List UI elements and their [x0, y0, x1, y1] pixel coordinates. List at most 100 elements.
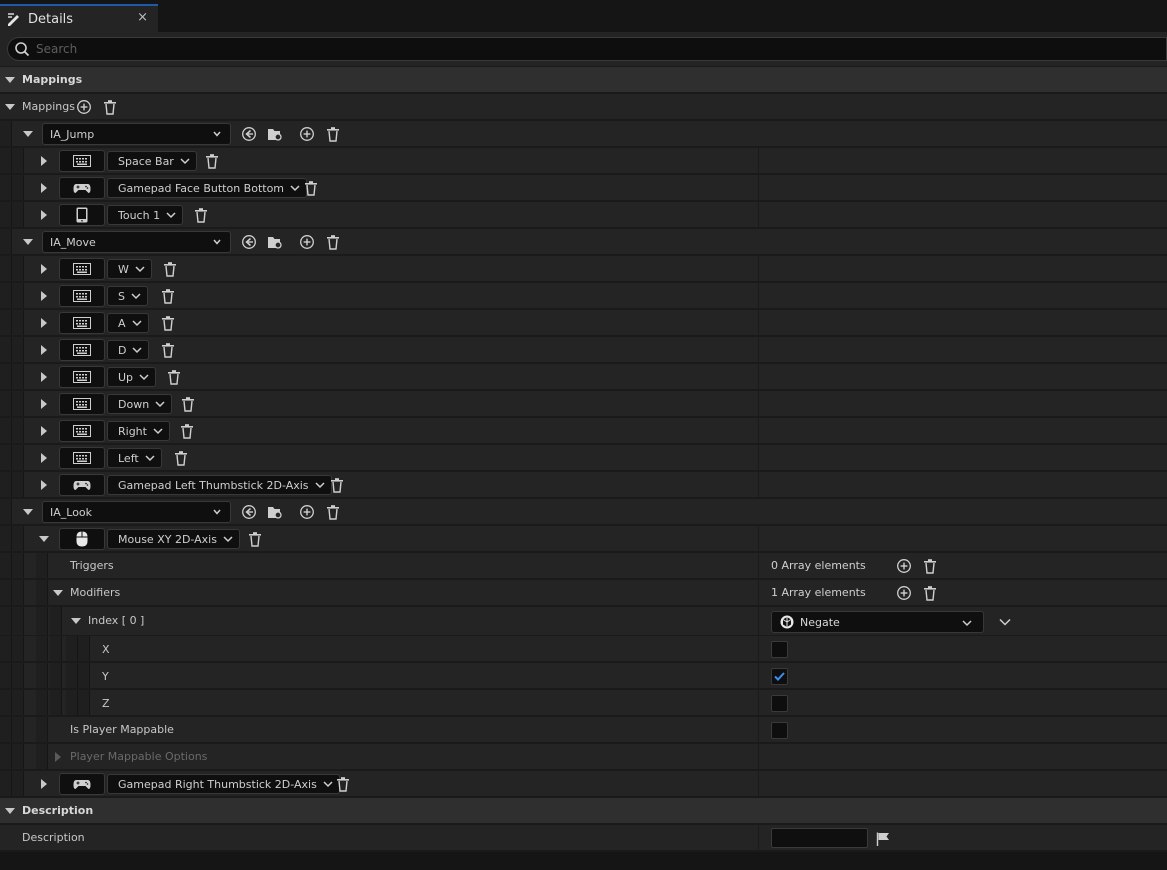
trash-icon[interactable]	[160, 315, 176, 331]
trash-icon[interactable]	[922, 585, 938, 601]
expand-arrow-icon[interactable]	[41, 399, 47, 409]
keyboard-icon[interactable]	[59, 285, 105, 307]
collapse-arrow-icon[interactable]	[23, 509, 33, 515]
expand-arrow-icon[interactable]	[41, 210, 47, 220]
key-selector[interactable]: Mouse XY 2D-Axis	[107, 529, 240, 549]
expand-arrow-icon[interactable]	[55, 752, 61, 762]
key-selector[interactable]: Touch 1	[107, 205, 184, 225]
browse-asset-icon[interactable]	[267, 126, 283, 142]
trash-icon[interactable]	[325, 126, 341, 142]
search-input[interactable]	[36, 39, 1166, 59]
trash-icon[interactable]	[325, 234, 341, 250]
x-checkbox[interactable]	[771, 641, 788, 658]
trash-icon[interactable]	[173, 450, 189, 466]
keyboard-icon[interactable]	[59, 312, 105, 334]
touch-icon[interactable]	[59, 204, 105, 226]
collapse-arrow-icon[interactable]	[5, 77, 15, 83]
key-selector[interactable]: Up	[107, 367, 157, 387]
add-icon[interactable]	[896, 558, 912, 574]
keyboard-icon[interactable]	[59, 258, 105, 280]
browse-asset-icon[interactable]	[267, 234, 283, 250]
expand-arrow-icon[interactable]	[41, 372, 47, 382]
trash-icon[interactable]	[335, 776, 351, 792]
trash-icon[interactable]	[166, 369, 182, 385]
add-icon[interactable]	[76, 99, 92, 115]
tab-details[interactable]: Details ×	[0, 4, 158, 32]
trash-icon[interactable]	[193, 207, 209, 223]
gamepad-icon[interactable]	[59, 773, 105, 795]
trash-icon[interactable]	[102, 99, 118, 115]
trash-icon[interactable]	[303, 180, 319, 196]
collapse-arrow-icon[interactable]	[39, 536, 49, 542]
keyboard-icon[interactable]	[59, 420, 105, 442]
expand-arrow-icon[interactable]	[41, 318, 47, 328]
browse-asset-icon[interactable]	[267, 504, 283, 520]
collapse-arrow-icon[interactable]	[23, 131, 33, 137]
collapse-arrow-icon[interactable]	[71, 618, 81, 624]
key-selector[interactable]: W	[107, 259, 152, 279]
category-mappings[interactable]: Mappings	[0, 67, 1167, 93]
trash-icon[interactable]	[329, 477, 345, 493]
expand-arrow-icon[interactable]	[41, 291, 47, 301]
key-selector[interactable]: A	[107, 313, 149, 333]
key-selector[interactable]: Gamepad Right Thumbstick 2D-Axis	[107, 774, 340, 794]
keyboard-icon[interactable]	[59, 366, 105, 388]
key-selector[interactable]: Left	[107, 448, 162, 468]
trash-icon[interactable]	[325, 504, 341, 520]
trash-icon[interactable]	[180, 396, 196, 412]
collapse-arrow-icon[interactable]	[53, 590, 63, 596]
input-action-combo[interactable]: IA_Look	[42, 501, 231, 523]
expand-arrow-icon[interactable]	[41, 183, 47, 193]
trash-icon[interactable]	[160, 342, 176, 358]
z-checkbox[interactable]	[771, 695, 788, 712]
use-selected-icon[interactable]	[241, 126, 257, 142]
collapse-arrow-icon[interactable]	[23, 239, 33, 245]
description-input[interactable]	[771, 828, 868, 848]
expand-arrow-icon[interactable]	[41, 453, 47, 463]
chevron-down-icon[interactable]	[999, 618, 1011, 626]
key-selector[interactable]: Gamepad Face Button Bottom	[107, 178, 308, 198]
y-checkbox[interactable]	[771, 668, 788, 685]
mouse-icon[interactable]	[59, 528, 105, 550]
expand-arrow-icon[interactable]	[41, 156, 47, 166]
close-icon[interactable]: ×	[137, 10, 148, 25]
modifier-class-combo[interactable]: Negate	[771, 611, 984, 633]
expand-arrow-icon[interactable]	[41, 480, 47, 490]
key-selector[interactable]: Space Bar	[107, 151, 197, 171]
input-action-combo[interactable]: IA_Move	[42, 231, 231, 253]
trash-icon[interactable]	[160, 288, 176, 304]
expand-arrow-icon[interactable]	[41, 264, 47, 274]
add-icon[interactable]	[299, 126, 315, 142]
keyboard-icon[interactable]	[59, 447, 105, 469]
add-icon[interactable]	[299, 504, 315, 520]
keyboard-icon[interactable]	[59, 150, 105, 172]
category-description[interactable]: Description	[0, 798, 1167, 824]
key-selector[interactable]: D	[107, 340, 150, 360]
key-selector[interactable]: Gamepad Left Thumbstick 2D-Axis	[107, 475, 332, 495]
use-selected-icon[interactable]	[241, 234, 257, 250]
expand-arrow-icon[interactable]	[41, 779, 47, 789]
trash-icon[interactable]	[204, 153, 220, 169]
use-selected-icon[interactable]	[241, 504, 257, 520]
chevron-down-icon	[131, 293, 141, 300]
trash-icon[interactable]	[162, 261, 178, 277]
gamepad-icon[interactable]	[59, 474, 105, 496]
add-icon[interactable]	[299, 234, 315, 250]
expand-arrow-icon[interactable]	[41, 345, 47, 355]
key-selector[interactable]: S	[107, 286, 148, 306]
add-icon[interactable]	[896, 585, 912, 601]
collapse-arrow-icon[interactable]	[5, 808, 15, 814]
trash-icon[interactable]	[179, 423, 195, 439]
input-action-combo[interactable]: IA_Jump	[42, 123, 231, 145]
trash-icon[interactable]	[922, 558, 938, 574]
expand-arrow-icon[interactable]	[41, 426, 47, 436]
key-selector[interactable]: Down	[107, 394, 173, 414]
trash-icon[interactable]	[247, 531, 263, 547]
keyboard-icon[interactable]	[59, 339, 105, 361]
key-selector[interactable]: Right	[107, 421, 170, 441]
localization-flag-icon[interactable]	[876, 832, 890, 846]
player-mappable-checkbox[interactable]	[771, 722, 788, 739]
keyboard-icon[interactable]	[59, 393, 105, 415]
gamepad-icon[interactable]	[59, 177, 105, 199]
collapse-arrow-icon[interactable]	[5, 104, 15, 110]
